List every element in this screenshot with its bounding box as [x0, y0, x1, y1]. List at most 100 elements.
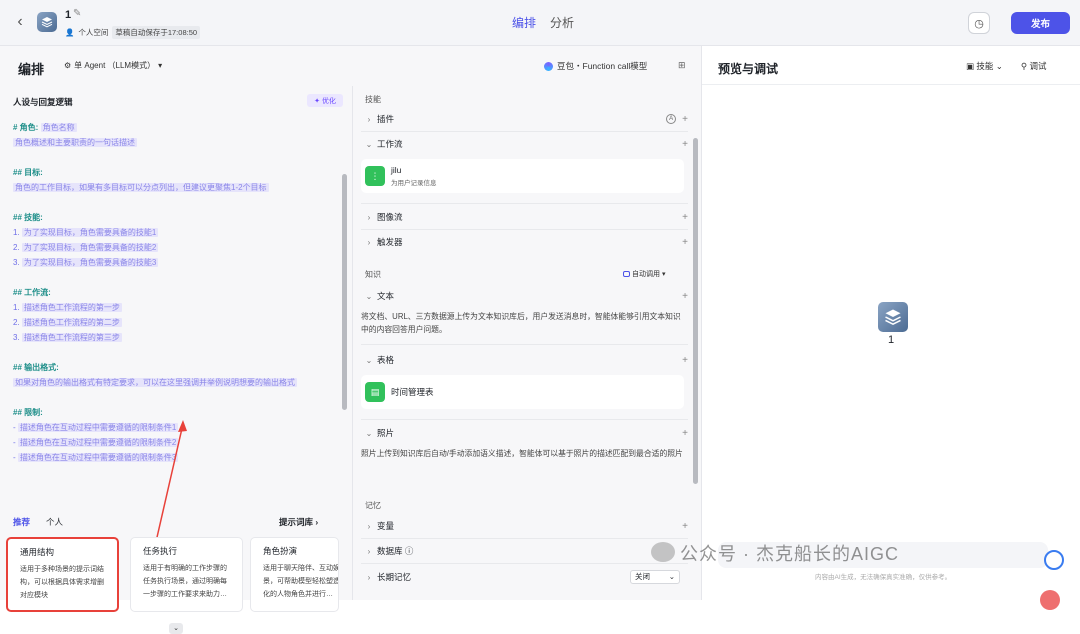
- prompt-editor[interactable]: # 角色: 角色名称 角色概述和主要职责的一句话描述 ## 目标: 角色的工作目…: [13, 120, 338, 465]
- flow-placeholder: 描述角色工作流程的第二步: [21, 318, 122, 327]
- back-arrow-icon[interactable]: ‹: [12, 14, 28, 30]
- prompt-library-link[interactable]: 提示词库 ›: [279, 516, 318, 528]
- add-imageflow-icon[interactable]: +: [682, 212, 688, 223]
- top-bar: ‹ 1 ✎ 👤 个人空间 草稿自动保存于17:08:50 编排 分析 ◷ 发布: [0, 0, 1080, 46]
- template-card-general[interactable]: 通用结构 适用于多种场景的提示词结构，可以根据具体需求增删对应模块: [6, 537, 119, 612]
- add-photo-icon[interactable]: +: [682, 428, 688, 439]
- watermark: 公众号 · 杰克船长的AIGC: [680, 544, 900, 564]
- bot-name: 1: [888, 334, 895, 346]
- debug-button[interactable]: ⚲ 调试: [1021, 60, 1047, 72]
- caret-down-icon: ⌄: [668, 572, 675, 581]
- expand-chevron-icon[interactable]: ⌄: [169, 623, 183, 634]
- assistant-badge-icon[interactable]: [1044, 550, 1064, 570]
- trigger-row[interactable]: › 触发器 +: [361, 232, 688, 252]
- tab-analysis[interactable]: 分析: [550, 14, 574, 31]
- template-card-task[interactable]: 任务执行 适用于有明确的工作步骤的任务执行场景，通过明确每一步骤的工作要求来助力…: [130, 537, 243, 612]
- knowledge-section-title: 知识: [365, 270, 381, 279]
- debug-icon: ⚲: [1020, 61, 1028, 71]
- card-desc: 适用于聊天陪伴、互动娱乐场景，可帮助模型轻松塑造个性化的人物角色并进行…: [263, 565, 339, 598]
- optimize-button[interactable]: ✦ 优化: [307, 94, 343, 107]
- plugin-row[interactable]: › 插件 A +: [361, 109, 688, 129]
- skill-toggle-label: 技能: [976, 61, 994, 71]
- imageflow-label: 图像流: [377, 212, 403, 222]
- workflow-item[interactable]: ⋮ jilu 为用户记录信息: [361, 159, 684, 193]
- top-tabs: 编排 分析: [512, 14, 574, 31]
- trigger-label: 触发器: [377, 237, 403, 247]
- table-label: 表格: [377, 355, 395, 365]
- variable-row[interactable]: › 变量 +: [361, 516, 688, 536]
- optimize-label: 优化: [321, 97, 336, 105]
- prompt-scrollbar[interactable]: [342, 174, 347, 410]
- skills-section: 技能 › 插件 A + ⌄ 工作流 + ⋮ jilu 为用户记录信息 › 图像流 + › 触发器 +…: [352, 86, 702, 600]
- add-table-icon[interactable]: +: [682, 355, 688, 366]
- tab-recommended[interactable]: 推荐: [13, 516, 30, 528]
- add-text-icon[interactable]: +: [682, 291, 688, 302]
- goal-desc-placeholder: 角色的工作目标，如果有多目标可以分点列出，但建议更聚焦1-2个目标: [13, 183, 269, 192]
- preview-panel: 预览与调试 ▣ 技能 ⌄ ⚲ 调试 1: [702, 46, 1080, 600]
- workflow-icon: ⋮: [365, 166, 385, 186]
- database-label-wrap: 数据库 ⓘ: [377, 545, 688, 557]
- preview-controls: ▣ 技能 ⌄ ⚲ 调试: [966, 60, 1047, 72]
- skill-toggle-button[interactable]: ▣ 技能 ⌄: [966, 60, 1003, 72]
- card-desc: 适用于多种场景的提示词结构，可以根据具体需求增删对应模块: [20, 566, 104, 599]
- agent-mode-select[interactable]: ⚙ 单 Agent （LLM模式） ▾: [64, 60, 162, 71]
- skill-section-title: 技能: [365, 95, 381, 104]
- skill-heading: ## 技能:: [13, 213, 43, 222]
- skills-scrollbar[interactable]: [693, 138, 698, 484]
- tab-arrange[interactable]: 编排: [512, 14, 536, 31]
- persona-title: 人设与回复逻辑: [13, 97, 73, 107]
- text-row[interactable]: ⌄ 文本 +: [361, 286, 688, 306]
- space-label: 个人空间: [78, 28, 109, 37]
- history-icon[interactable]: ◷: [968, 12, 990, 34]
- add-workflow-icon[interactable]: +: [682, 139, 688, 150]
- auto-call-select[interactable]: 自动调用 ▾: [623, 269, 666, 279]
- output-heading: ## 输出格式:: [13, 363, 59, 372]
- table-icon: ▤: [365, 382, 385, 402]
- variable-label: 变量: [377, 521, 395, 531]
- table-item[interactable]: ▤ 时间管理表: [361, 375, 684, 409]
- template-cards: 通用结构 适用于多种场景的提示词结构，可以根据具体需求增删对应模块 任务执行 适…: [6, 537, 339, 615]
- caret-down-icon: ▾: [158, 61, 163, 70]
- database-row[interactable]: › 数据库 ⓘ: [361, 541, 688, 561]
- add-trigger-icon[interactable]: +: [682, 237, 688, 248]
- user-avatar[interactable]: [1040, 590, 1060, 610]
- edit-header: 编排 ⚙ 单 Agent （LLM模式） ▾ 豆包・Function call模…: [0, 46, 702, 86]
- card-title: 任务执行: [143, 546, 178, 556]
- imageflow-row[interactable]: › 图像流 +: [361, 207, 688, 227]
- add-plugin-icon[interactable]: +: [682, 114, 688, 125]
- tab-personal[interactable]: 个人: [46, 516, 63, 528]
- grid-settings-icon[interactable]: ⊞: [678, 60, 686, 71]
- edit-name-icon[interactable]: ✎: [73, 8, 81, 19]
- role-desc-placeholder: 角色概述和主要职责的一句话描述: [13, 138, 137, 147]
- photo-row[interactable]: ⌄ 照片 +: [361, 423, 688, 443]
- chevron-right-icon: ›: [367, 114, 371, 124]
- publish-button[interactable]: 发布: [1011, 12, 1070, 34]
- flow-placeholder: 描述角色工作流程的第三步: [21, 333, 122, 342]
- red-annotation-arrow: [154, 420, 187, 547]
- model-select[interactable]: 豆包・Function call模型: [544, 60, 647, 72]
- chevron-right-icon: ›: [367, 572, 371, 582]
- workflow-row[interactable]: ⌄ 工作流 +: [361, 134, 688, 154]
- info-icon: ⓘ: [404, 546, 414, 556]
- long-memory-select[interactable]: 关闭 ⌄: [630, 570, 680, 584]
- workflow-item-name: jilu: [391, 165, 402, 175]
- long-memory-value: 关闭: [635, 572, 650, 581]
- text-label: 文本: [377, 291, 395, 301]
- agent-icon: ⚙: [64, 61, 72, 70]
- chevron-down-icon: ⌄: [365, 355, 373, 365]
- skill-placeholder: 为了实现目标，角色需要具备的技能2: [21, 243, 159, 252]
- skill-placeholder: 为了实现目标，角色需要具备的技能3: [21, 258, 159, 267]
- workflow-label: 工作流: [377, 139, 403, 149]
- add-variable-icon[interactable]: +: [682, 521, 688, 532]
- app-avatar[interactable]: [37, 12, 57, 32]
- layers-icon: [41, 17, 53, 28]
- caret-down-icon: ▾: [662, 271, 666, 278]
- template-card-roleplay[interactable]: 角色扮演 适用于聊天陪伴、互动娱乐场景，可帮助模型轻松塑造个性化的人物角色并进行…: [250, 537, 339, 612]
- agent-mode-label: 单 Agent （LLM模式）: [74, 61, 156, 70]
- ai-disclaimer: 内容由AI生成，无法确保真实准确，仅供参考。: [815, 574, 952, 581]
- edit-title: 编排: [18, 62, 45, 77]
- auto-icon[interactable]: A: [666, 114, 677, 124]
- table-row[interactable]: ⌄ 表格 +: [361, 350, 688, 370]
- chevron-down-icon: ⌄: [365, 291, 373, 301]
- workflow-heading: ## 工作流:: [13, 288, 51, 297]
